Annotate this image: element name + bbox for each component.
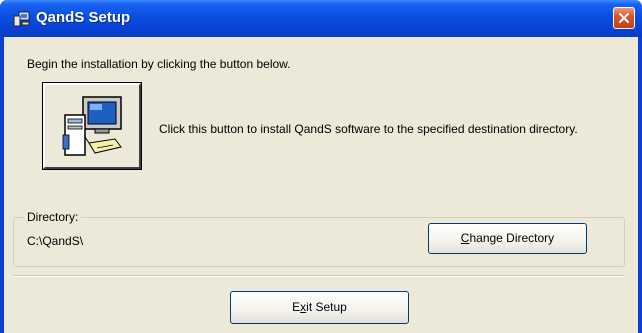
setup-app-icon [13, 11, 31, 27]
directory-group-label: Directory: [24, 210, 82, 224]
separator [13, 275, 625, 277]
close-button[interactable] [613, 7, 635, 29]
computer-setup-icon [62, 96, 122, 156]
dialog-body: Begin the installation by clicking the b… [4, 37, 638, 333]
close-icon [619, 13, 629, 23]
change-directory-button[interactable]: Change Directory [428, 223, 587, 254]
exit-setup-button[interactable]: Exit Setup [230, 291, 409, 324]
install-description: Click this button to install QandS softw… [159, 122, 578, 136]
window-title: QandS Setup [36, 9, 131, 26]
setup-window: QandS Setup Begin the installation by cl… [0, 0, 642, 333]
directory-path: C:\QandS\ [27, 234, 84, 248]
install-button[interactable] [42, 82, 142, 170]
intro-text: Begin the installation by clicking the b… [27, 57, 291, 71]
title-bar[interactable]: QandS Setup [0, 0, 642, 37]
